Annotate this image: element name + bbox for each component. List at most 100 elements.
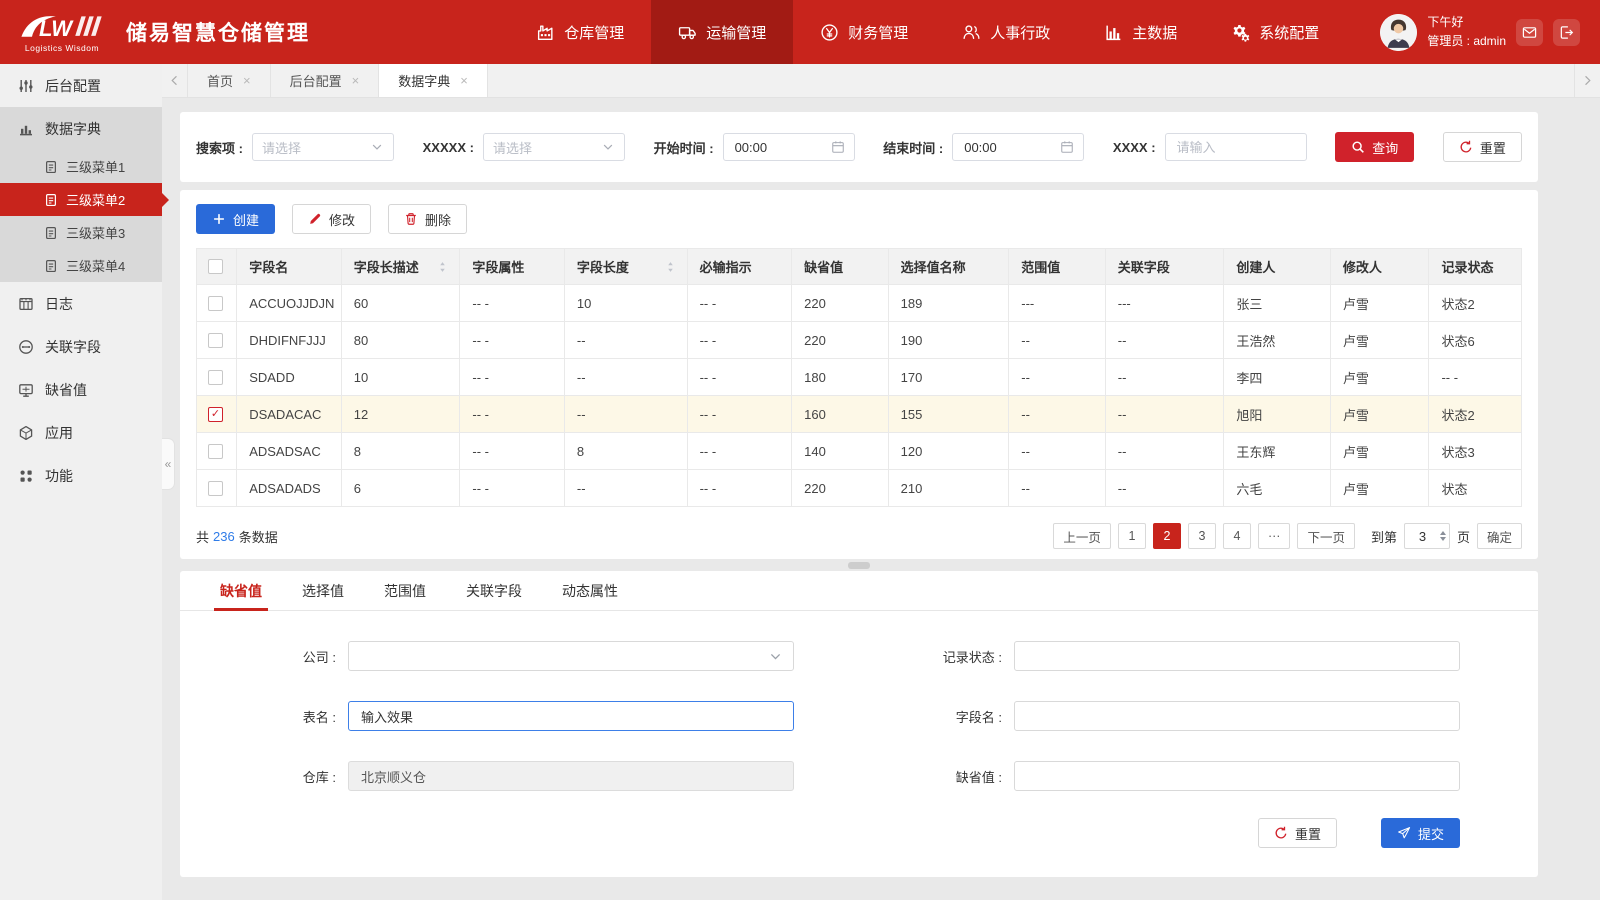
tabs-scroll-right-button[interactable] <box>1574 64 1600 97</box>
row-checkbox[interactable] <box>208 444 223 459</box>
avatar[interactable] <box>1380 14 1417 51</box>
close-icon[interactable]: × <box>460 73 468 88</box>
stepper-arrows[interactable] <box>1440 531 1446 541</box>
goto-page-stepper[interactable]: 3 <box>1404 523 1450 549</box>
goto-confirm-button[interactable]: 确定 <box>1477 523 1522 549</box>
select-all-checkbox[interactable] <box>208 259 223 274</box>
cell-value: -- - <box>472 444 489 459</box>
top-nav-item-1[interactable]: 运输管理 <box>651 0 793 64</box>
tabs-scroll-left-button[interactable] <box>162 64 188 97</box>
cell-value: --- <box>1021 296 1034 311</box>
tab-0[interactable]: 首页× <box>188 64 271 97</box>
sidebar-item-2[interactable]: 日志 <box>0 282 162 325</box>
sidebar-subitem-1-0[interactable]: 三级菜单1 <box>0 150 162 183</box>
row-checkbox[interactable] <box>208 333 223 348</box>
table-row-2[interactable]: SDADD10-- ----- -180170----李四卢雪-- - <box>197 359 1522 396</box>
page-button-3[interactable]: 3 <box>1188 523 1216 549</box>
sidebar-item-0[interactable]: 后台配置 <box>0 64 162 107</box>
xxxx-input[interactable] <box>1175 139 1297 156</box>
sidebar-item-label: 应用 <box>45 423 73 443</box>
mail-button[interactable] <box>1516 19 1543 46</box>
splitter-handle[interactable] <box>848 562 870 569</box>
sidebar-item-3[interactable]: 关联字段 <box>0 325 162 368</box>
top-nav-item-5[interactable]: 系统配置 <box>1204 0 1346 64</box>
sidebar-subitem-1-2[interactable]: 三级菜单3 <box>0 216 162 249</box>
start-time-input[interactable] <box>733 139 831 156</box>
sidebar-item-5[interactable]: 应用 <box>0 411 162 454</box>
table-row-4[interactable]: ADSADSAC8-- -8-- -140120----王东辉卢雪状态3 <box>197 433 1522 470</box>
detail-tab-3[interactable]: 关联字段 <box>446 571 542 610</box>
cell-value: 6 <box>354 481 361 496</box>
stepper-down-icon[interactable] <box>1440 537 1446 541</box>
prev-page-button[interactable]: 上一页 <box>1053 523 1111 549</box>
detail-tab-2[interactable]: 范围值 <box>364 571 446 610</box>
sidebar-item-6[interactable]: 功能 <box>0 454 162 497</box>
table-row-1[interactable]: DHDIFNFJJJ80-- ----- -220190----王浩然卢雪状态6 <box>197 322 1522 359</box>
stepper-up-icon[interactable] <box>1440 531 1446 535</box>
detail-tab-4[interactable]: 动态属性 <box>542 571 638 610</box>
close-icon[interactable]: × <box>243 73 251 88</box>
table-row-0[interactable]: ACCUOJJDJN60-- -10-- -220189------张三卢雪状态… <box>197 285 1522 322</box>
row-checkbox[interactable] <box>208 481 223 496</box>
detail-tab-1[interactable]: 选择值 <box>282 571 364 610</box>
modify-button[interactable]: 修改 <box>292 204 371 234</box>
sidebar-subitem-1-1[interactable]: 三级菜单2 <box>0 183 162 216</box>
next-page-button[interactable]: 下一页 <box>1297 523 1355 549</box>
sidebar-subitem-label: 三级菜单2 <box>66 190 125 209</box>
tab-1[interactable]: 后台配置× <box>271 64 380 97</box>
row-checkbox[interactable]: ✓ <box>208 407 223 422</box>
xxxxx-select[interactable]: 请选择 <box>483 133 625 161</box>
page-button-2[interactable]: 2 <box>1153 523 1181 549</box>
cell-value: -- <box>1118 407 1127 422</box>
close-icon[interactable]: × <box>352 73 360 88</box>
default-value-input[interactable] <box>1025 768 1449 785</box>
form-reset-button[interactable]: 重置 <box>1258 818 1337 848</box>
sort-icon[interactable] <box>666 260 675 274</box>
table-row-5[interactable]: ADSADADS6-- ----- -220210----六毛卢雪状态 <box>197 470 1522 507</box>
page-button-4[interactable]: 4 <box>1223 523 1251 549</box>
table-cell: 卢雪 <box>1330 433 1429 470</box>
pager-ellipsis[interactable]: ··· <box>1258 523 1291 549</box>
row-checkbox[interactable] <box>208 296 223 311</box>
filter-reset-button[interactable]: 重置 <box>1443 132 1522 162</box>
form-submit-button[interactable]: 提交 <box>1381 818 1460 848</box>
column-header-3: 字段长度 <box>564 249 687 285</box>
filter-xxxx-group: XXXX : <box>1113 133 1307 161</box>
calendar-icon <box>1060 140 1074 154</box>
cell-value: -- <box>1118 333 1127 348</box>
page-button-1[interactable]: 1 <box>1118 523 1146 549</box>
row-checkbox-cell <box>197 285 237 322</box>
logout-button[interactable] <box>1553 19 1580 46</box>
cell-value: -- <box>1118 444 1127 459</box>
delete-button[interactable]: 删除 <box>388 204 467 234</box>
top-nav-item-2[interactable]: 财务管理 <box>793 0 935 64</box>
create-button[interactable]: 创建 <box>196 204 275 234</box>
table-cell: ADSADSAC <box>237 433 342 470</box>
tab-2[interactable]: 数据字典× <box>379 64 488 97</box>
sidebar-subitem-1-3[interactable]: 三级菜单4 <box>0 249 162 282</box>
table-name-input[interactable] <box>359 708 783 725</box>
row-checkbox[interactable] <box>208 370 223 385</box>
sidebar-item-4[interactable]: 缺省值 <box>0 368 162 411</box>
pencil-icon <box>308 212 322 226</box>
detail-tab-0[interactable]: 缺省值 <box>200 571 282 610</box>
end-time-input[interactable] <box>962 139 1060 156</box>
sidebar-collapse-handle[interactable]: « <box>162 438 175 490</box>
filter-end-time-group: 结束时间 : <box>883 133 1084 161</box>
search-item-select[interactable]: 请选择 <box>252 133 394 161</box>
sort-icon[interactable] <box>438 260 447 274</box>
top-nav-label: 财务管理 <box>848 22 908 43</box>
top-nav-item-4[interactable]: 主数据 <box>1077 0 1204 64</box>
company-select[interactable] <box>348 641 794 671</box>
sidebar-item-1[interactable]: 数据字典 <box>0 107 162 150</box>
top-nav-item-0[interactable]: 仓库管理 <box>509 0 651 64</box>
record-status-input[interactable] <box>1025 648 1449 665</box>
table-row-3[interactable]: ✓DSADACAC12-- ----- -160155----旭阳卢雪状态2 <box>197 396 1522 433</box>
top-nav-item-3[interactable]: 人事行政 <box>935 0 1077 64</box>
tab-bar: 首页×后台配置×数据字典× <box>162 64 1600 98</box>
query-button[interactable]: 查询 <box>1335 132 1414 162</box>
column-header-label: 字段名 <box>249 257 288 276</box>
row-checkbox-cell <box>197 470 237 507</box>
table-cell: 80 <box>341 322 460 359</box>
field-name-input[interactable] <box>1025 708 1449 725</box>
